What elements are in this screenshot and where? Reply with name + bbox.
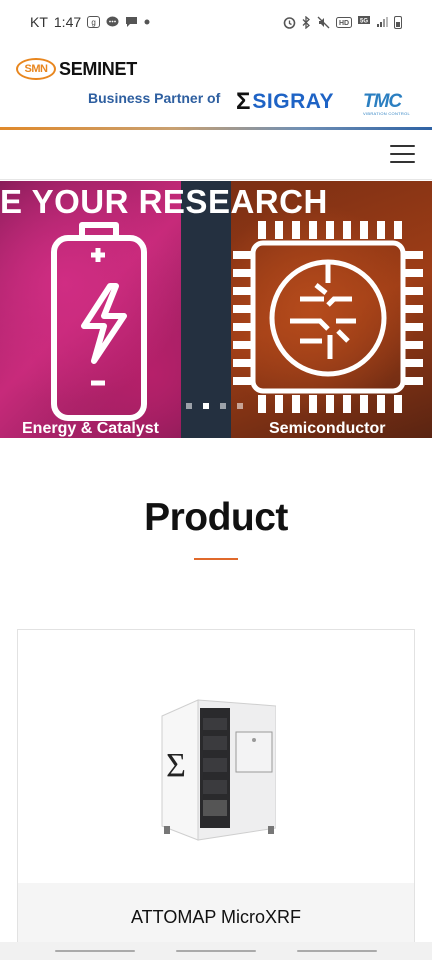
banner-headline: E YOUR RESEARCH — [0, 183, 328, 220]
partner-label: Business Partner of — [88, 90, 221, 106]
partner-row: Business Partner of — [88, 90, 220, 106]
status-bar-left: KT 1:47 g — [30, 14, 150, 30]
carousel-dot[interactable] — [220, 403, 226, 409]
5g-icon: 5G — [358, 16, 370, 28]
svg-text:HD: HD — [339, 20, 349, 27]
svg-text:Σ: Σ — [166, 747, 186, 784]
carousel-dot[interactable] — [186, 403, 192, 409]
clock: 1:47 — [53, 14, 82, 30]
nav-bar — [0, 130, 432, 180]
site-header: SMN SEMINET Business Partner of Σ SIGRAY… — [0, 44, 432, 130]
carrier-label: KT — [30, 14, 48, 30]
battery-icon — [394, 15, 402, 29]
product-name[interactable]: ATTOMAP MicroXRF — [18, 907, 414, 928]
status-bar-right: HD 5G — [283, 15, 402, 29]
logo-text: SEMINET — [59, 58, 137, 79]
seminet-logo[interactable]: SMN SEMINET — [16, 58, 137, 80]
banner-caption-energy: Energy & Catalyst — [22, 420, 159, 437]
message-icon — [125, 16, 138, 28]
title-accent-line — [194, 558, 238, 560]
carousel-dots — [186, 403, 243, 409]
sigma-icon: Σ — [236, 88, 251, 115]
signal-icon — [376, 16, 388, 28]
home-indicator[interactable] — [176, 950, 256, 952]
carousel-dot[interactable] — [237, 403, 243, 409]
status-bar: KT 1:47 g HD 5G — [0, 0, 432, 44]
g-icon: g — [87, 16, 101, 28]
tmc-subtext: VIBRATION CONTROL — [363, 111, 411, 116]
recent-apps-indicator[interactable] — [55, 950, 135, 952]
back-indicator[interactable] — [297, 950, 377, 952]
product-image: Σ — [161, 699, 276, 841]
mute-icon — [317, 16, 330, 29]
system-gesture-bar — [0, 942, 432, 960]
dot-icon — [144, 19, 150, 25]
section-title: Product — [144, 496, 288, 539]
banner-caption-semiconductor: Semiconductor — [269, 420, 386, 437]
logo-badge: SMN — [16, 58, 56, 80]
hamburger-menu-icon[interactable] — [390, 145, 415, 163]
sigray-text: SIGRAY — [252, 90, 334, 113]
tmc-text: TMC — [363, 91, 402, 112]
hero-banner[interactable]: E YOUR RESEARCH Energy & Catalyst Semico… — [0, 181, 432, 438]
chat-bubble-icon — [106, 16, 119, 28]
sigray-logo[interactable]: Σ SIGRAY — [236, 90, 334, 114]
product-card[interactable]: Σ ATTOMAP MicroXRF — [17, 629, 415, 960]
carousel-dot-active[interactable] — [203, 403, 209, 409]
circuit-chip-icon — [250, 240, 406, 394]
hd-icon: HD — [336, 16, 352, 28]
tmc-logo[interactable]: TMC VIBRATION CONTROL — [363, 92, 410, 116]
svg-text:5G: 5G — [360, 19, 368, 25]
alarm-icon — [283, 16, 296, 29]
bluetooth-icon — [302, 15, 311, 29]
